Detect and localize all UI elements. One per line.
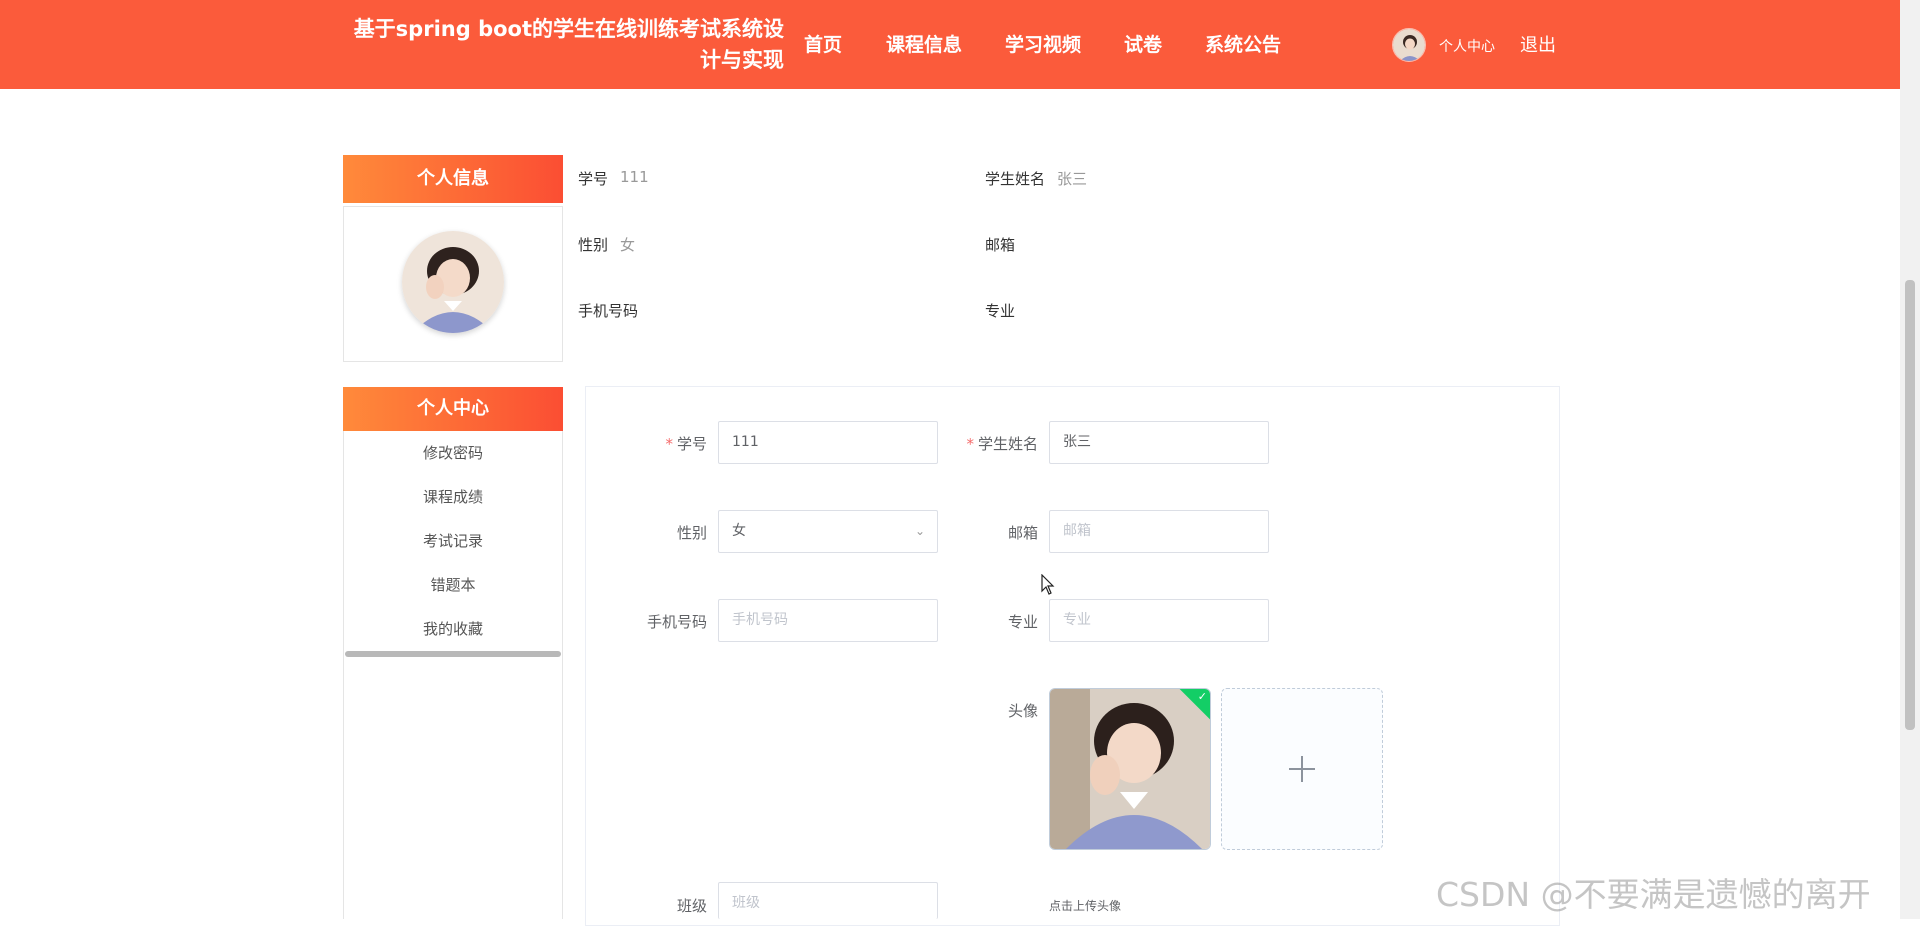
student-id-input[interactable]: 111: [718, 421, 938, 464]
profile-avatar-card: [343, 206, 563, 362]
label-email: 邮箱: [1007, 524, 1038, 542]
nav-home[interactable]: 首页: [804, 32, 842, 58]
info-value-student-id: 111: [620, 168, 649, 186]
profile-avatar: [402, 231, 504, 333]
personal-info-heading: 个人信息: [343, 155, 563, 203]
class-input[interactable]: 班级: [718, 882, 938, 919]
check-icon: ✓: [1197, 690, 1207, 703]
nav-exam-papers[interactable]: 试卷: [1124, 32, 1162, 58]
nav-course-info[interactable]: 课程信息: [886, 32, 962, 58]
label-major: 专业: [1007, 613, 1038, 631]
menu-change-password[interactable]: 修改密码: [343, 443, 563, 463]
menu-exam-records[interactable]: 考试记录: [343, 531, 563, 551]
major-input[interactable]: 专业: [1049, 599, 1269, 642]
side-menu-scrollbar[interactable]: [345, 651, 561, 657]
info-label-student-id: 学号: [578, 170, 609, 188]
menu-course-grades[interactable]: 课程成绩: [343, 487, 563, 507]
phone-input[interactable]: 手机号码: [718, 599, 938, 642]
site-title: 基于spring boot的学生在线训练考试系统设 计与实现: [300, 14, 784, 76]
logout-link[interactable]: 退出: [1520, 31, 1556, 57]
header-avatar[interactable]: [1392, 28, 1426, 62]
page-scrollbar-thumb[interactable]: [1905, 280, 1915, 730]
avatar-upload-hint: 点击上传头像: [1049, 899, 1122, 913]
csdn-watermark: CSDN @不要满是遗憾的离开: [1436, 875, 1871, 914]
nav-study-videos[interactable]: 学习视频: [1005, 32, 1081, 58]
gender-select[interactable]: 女 ⌄: [718, 510, 938, 553]
site-title-line-1: 基于spring boot的学生在线训练考试系统设: [353, 17, 784, 41]
mouse-cursor-icon: [1041, 574, 1055, 595]
label-student-id: * 学号: [665, 435, 707, 453]
label-gender: 性别: [676, 524, 707, 542]
menu-wrong-questions[interactable]: 错题本: [343, 575, 563, 595]
nav-announcements[interactable]: 系统公告: [1205, 32, 1281, 58]
info-label-major: 专业: [985, 302, 1016, 320]
uploaded-avatar-thumbnail[interactable]: ✓: [1049, 688, 1211, 850]
chevron-down-icon: ⌄: [914, 524, 925, 538]
email-input[interactable]: 邮箱: [1049, 510, 1269, 553]
user-center-heading: 个人中心: [343, 387, 563, 431]
menu-my-favorites[interactable]: 我的收藏: [343, 619, 563, 639]
info-label-phone: 手机号码: [578, 302, 639, 320]
info-label-email: 邮箱: [985, 236, 1016, 254]
info-label-gender: 性别: [578, 236, 609, 254]
info-label-student-name: 学生姓名: [985, 170, 1046, 188]
label-phone: 手机号码: [646, 613, 707, 631]
user-center-link[interactable]: 个人中心: [1439, 36, 1495, 56]
gender-select-value: 女: [732, 523, 746, 539]
label-class: 班级: [676, 897, 707, 915]
info-value-gender: 女: [620, 236, 636, 254]
info-value-student-name: 张三: [1057, 170, 1088, 188]
label-avatar: 头像: [1007, 702, 1038, 720]
top-header: 基于spring boot的学生在线训练考试系统设 计与实现 首页 课程信息 学…: [0, 0, 1900, 89]
site-title-line-2: 计与实现: [700, 48, 784, 72]
student-name-input[interactable]: 张三: [1049, 421, 1269, 464]
plus-icon: [1289, 756, 1315, 782]
avatar-upload-button[interactable]: [1221, 688, 1383, 850]
label-student-name: * 学生姓名: [966, 435, 1038, 453]
